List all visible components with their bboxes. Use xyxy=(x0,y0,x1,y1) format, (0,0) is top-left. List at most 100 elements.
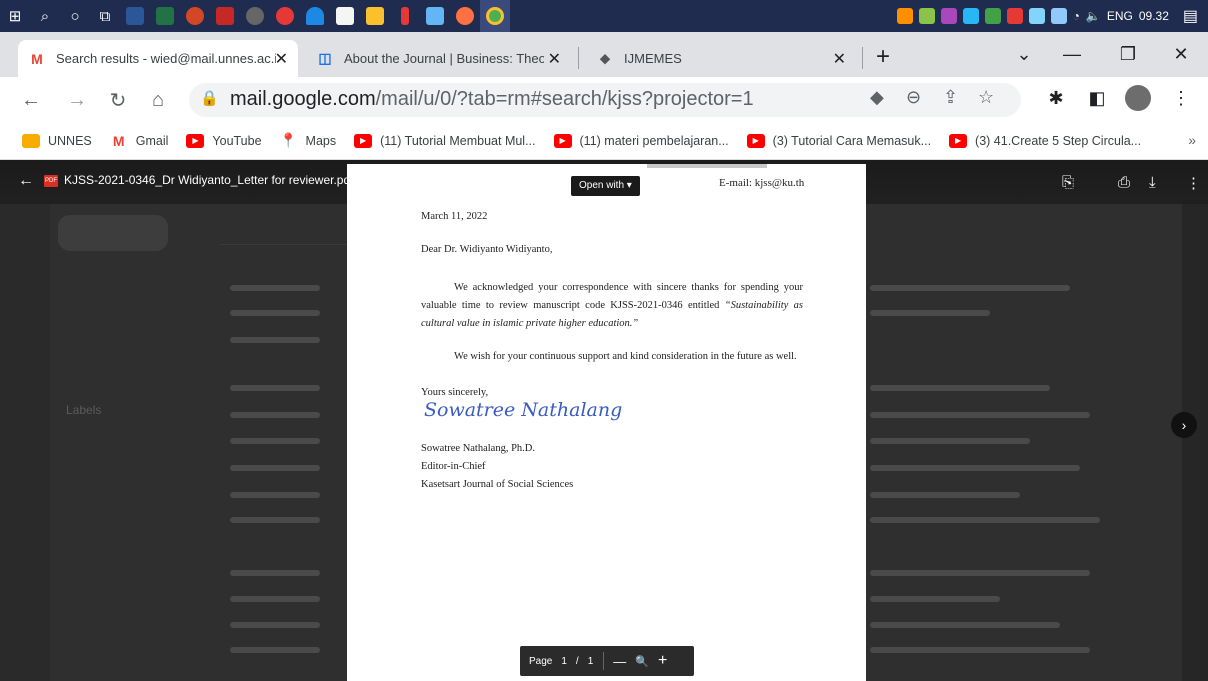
bookmark-youtube-video[interactable]: ▶ (3) Tutorial Cara Memasuk... xyxy=(746,133,931,148)
app-icon[interactable] xyxy=(360,0,390,32)
word-app-icon[interactable] xyxy=(120,0,150,32)
bookmark-gmail[interactable]: M Gmail xyxy=(110,133,169,149)
powerpoint-app-icon[interactable] xyxy=(180,0,210,32)
add-to-drive-icon[interactable]: ⎘ xyxy=(1062,174,1074,191)
open-with-button[interactable]: Open with ▾ xyxy=(571,176,640,196)
avatar[interactable] xyxy=(1125,85,1151,111)
bookmark-youtube-video[interactable]: ▶ (11) materi pembelajaran... xyxy=(553,133,729,148)
signer-organization: Kasetsart Journal of Social Sciences xyxy=(421,479,574,490)
pdf-app-icon[interactable] xyxy=(210,0,240,32)
page-label: Page xyxy=(529,655,553,667)
tab-ijmemes[interactable]: ⬥ IJMEMES ✕ xyxy=(586,40,856,77)
signer-name: Sowatree Nathalang, Ph.D. xyxy=(421,443,536,454)
email-row-placeholder xyxy=(870,438,1030,444)
tab-gmail[interactable]: M Search results - wied@mail.unnes.ac.id… xyxy=(18,40,298,77)
back-arrow-icon[interactable]: ← xyxy=(18,172,34,190)
bookmark-label: Gmail xyxy=(135,133,169,148)
tab-journal[interactable]: ◫ About the Journal | Business: Theory a… xyxy=(306,40,571,77)
tray-app-icon[interactable] xyxy=(984,8,1001,24)
zoom-in-button[interactable]: + xyxy=(658,652,667,670)
folder-icon xyxy=(22,133,40,148)
download-icon[interactable]: ⤓ xyxy=(1149,174,1156,191)
new-tab-button[interactable]: + xyxy=(876,43,890,71)
zoom-icon[interactable]: ⊖ xyxy=(906,87,921,108)
excel-app-icon[interactable] xyxy=(150,0,180,32)
side-panel-icon[interactable]: ◧ xyxy=(1084,85,1110,111)
email-row-placeholder xyxy=(870,412,1090,418)
bookmark-label: (11) materi pembelajaran... xyxy=(579,133,729,148)
zoom-icon[interactable]: 🔍 xyxy=(635,655,649,668)
maps-icon: 📍 xyxy=(279,132,298,148)
app-icon[interactable] xyxy=(450,0,480,32)
task-view-icon[interactable]: ⧉ xyxy=(90,0,120,32)
email-row-placeholder xyxy=(870,517,1100,523)
notification-icon[interactable]: ▤ xyxy=(1183,6,1198,26)
chrome-app-icon[interactable] xyxy=(480,0,510,32)
close-window-button[interactable]: ✕ xyxy=(1158,32,1204,77)
tray-app-icon[interactable] xyxy=(1028,8,1045,24)
bookmark-unnes[interactable]: UNNES xyxy=(22,133,92,148)
lock-icon[interactable]: 🔒 xyxy=(200,89,219,107)
tray-app-icon[interactable] xyxy=(1006,8,1023,24)
url-text[interactable]: mail.google.com/mail/u/0/?tab=rm#search/… xyxy=(230,88,754,111)
app-icon[interactable] xyxy=(270,0,300,32)
share-icon[interactable]: ⇪ xyxy=(943,87,958,108)
more-options-icon[interactable]: ⋮ xyxy=(1186,174,1201,192)
file-title: KJSS-2021-0346_Dr Widiyanto_Letter for r… xyxy=(64,173,354,187)
compose-button xyxy=(58,215,168,251)
forward-button[interactable]: → xyxy=(62,85,92,115)
cortana-icon[interactable]: ○ xyxy=(60,0,90,32)
close-tab-icon[interactable]: ✕ xyxy=(833,49,846,69)
tab-separator xyxy=(862,47,863,69)
tray-app-icon[interactable] xyxy=(1050,8,1067,24)
menu-kebab-icon[interactable]: ⋮ xyxy=(1168,85,1194,111)
app-icon[interactable] xyxy=(300,0,330,32)
next-file-arrow-icon[interactable]: › xyxy=(1171,412,1197,438)
close-tab-icon[interactable]: ✕ xyxy=(548,49,561,69)
email-row-placeholder xyxy=(230,570,320,576)
bookmark-youtube-video[interactable]: ▶ (3) 41.Create 5 Step Circula... xyxy=(949,133,1141,148)
app-icon[interactable] xyxy=(390,0,420,32)
gmail-icon: M xyxy=(31,50,43,67)
more-bookmarks-button[interactable]: » xyxy=(1188,132,1196,148)
bookmark-maps[interactable]: 📍 Maps xyxy=(279,132,336,148)
print-icon[interactable]: ⎙ xyxy=(1118,174,1130,191)
app-icon[interactable] xyxy=(420,0,450,32)
tray-app-icon[interactable] xyxy=(896,8,913,24)
system-tray: ◔ 🔈 ENG 09.32 ▤ xyxy=(896,0,1208,32)
zoom-out-button[interactable]: — xyxy=(613,654,626,669)
pager-divider xyxy=(603,652,605,670)
email-row-placeholder xyxy=(230,438,320,444)
gmail-right-panel xyxy=(1182,200,1208,681)
bookmark-star-icon[interactable]: ☆ xyxy=(978,87,994,108)
close-tab-icon[interactable]: ✕ xyxy=(275,49,288,69)
home-button[interactable]: ⌂ xyxy=(143,85,173,115)
language-indicator[interactable]: ENG xyxy=(1107,9,1133,23)
tray-app-icon[interactable] xyxy=(962,8,979,24)
bookmark-youtube[interactable]: ▶ YouTube xyxy=(186,133,262,148)
windows-start-icon[interactable]: ⊞ xyxy=(0,0,30,32)
email-row-placeholder xyxy=(230,337,320,343)
letter-paragraph-1: We acknowledged your correspondence with… xyxy=(421,279,803,333)
search-icon[interactable]: ⌕ xyxy=(30,0,60,32)
tray-app-icon[interactable] xyxy=(918,8,935,24)
app-icon[interactable] xyxy=(330,0,360,32)
email-row-placeholder xyxy=(870,285,1070,291)
app-icon[interactable] xyxy=(240,0,270,32)
clock[interactable]: 09.32 xyxy=(1139,9,1169,23)
email-row-placeholder xyxy=(230,517,320,523)
tray-app-icon[interactable] xyxy=(940,8,957,24)
bookmark-label: (11) Tutorial Membuat Mul... xyxy=(380,133,536,148)
reload-button[interactable]: ↻ xyxy=(103,85,133,115)
tab-search-button[interactable]: ⌄ xyxy=(1001,32,1047,77)
extension-icon[interactable]: ◆ xyxy=(870,87,884,108)
extensions-puzzle-icon[interactable]: ✱ xyxy=(1043,85,1069,111)
minimize-button[interactable]: — xyxy=(1049,32,1095,77)
current-page[interactable]: 1 xyxy=(561,656,567,667)
volume-icon[interactable]: 🔈 xyxy=(1086,9,1101,23)
back-button[interactable]: ← xyxy=(16,85,46,115)
restore-button[interactable]: ❐ xyxy=(1105,32,1151,77)
url-host: mail.google.com xyxy=(230,88,376,110)
wifi-icon[interactable]: ◔ xyxy=(1073,9,1080,23)
bookmark-youtube-video[interactable]: ▶ (11) Tutorial Membuat Mul... xyxy=(354,133,536,148)
